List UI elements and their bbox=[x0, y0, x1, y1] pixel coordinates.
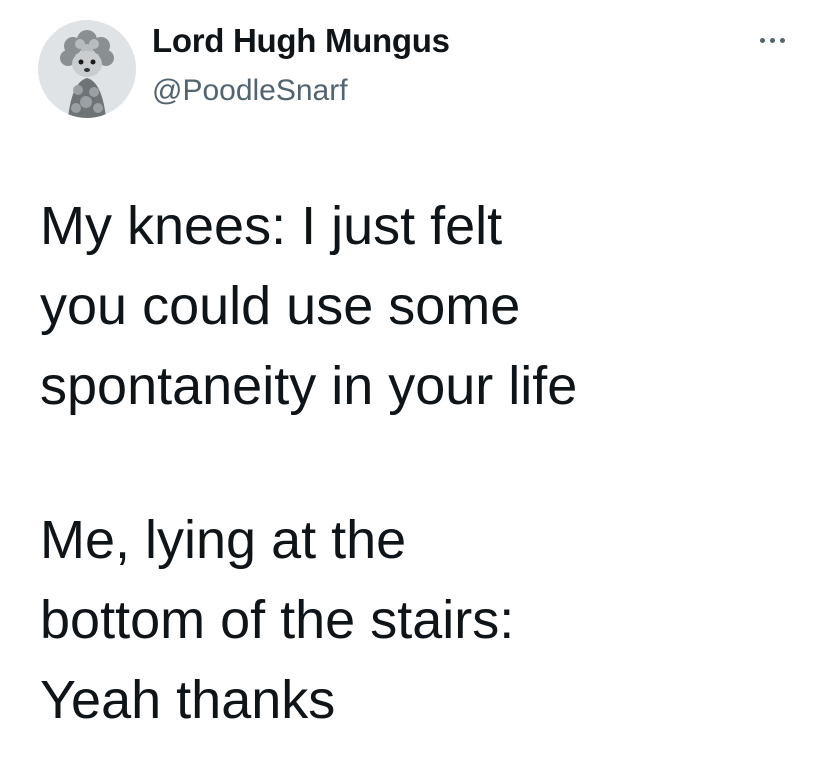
tweet-paragraph-2: Me, lying at the bottom of the stairs: Y… bbox=[40, 500, 820, 740]
avatar[interactable] bbox=[38, 20, 136, 118]
author-display-name[interactable]: Lord Hugh Mungus bbox=[152, 22, 450, 60]
author-handle[interactable]: @PoodleSnarf bbox=[152, 74, 348, 108]
tweet-text-line: Me, lying at the bbox=[40, 510, 407, 570]
tweet-text-line: bottom of the stairs: bbox=[40, 590, 515, 650]
tweet: Lord Hugh Mungus @PoodleSnarf My knees: … bbox=[0, 0, 828, 769]
tweet-text-line: spontaneity in your life bbox=[40, 356, 578, 416]
tweet-text-line: My knees: I just felt bbox=[40, 196, 503, 256]
poodle-avatar-icon bbox=[38, 20, 136, 118]
tweet-text-line: you could use some bbox=[40, 276, 521, 336]
more-horizontal-icon[interactable] bbox=[754, 28, 798, 52]
tweet-paragraph-1: My knees: I just felt you could use some… bbox=[40, 186, 820, 426]
tweet-text-line: Yeah thanks bbox=[40, 670, 336, 730]
